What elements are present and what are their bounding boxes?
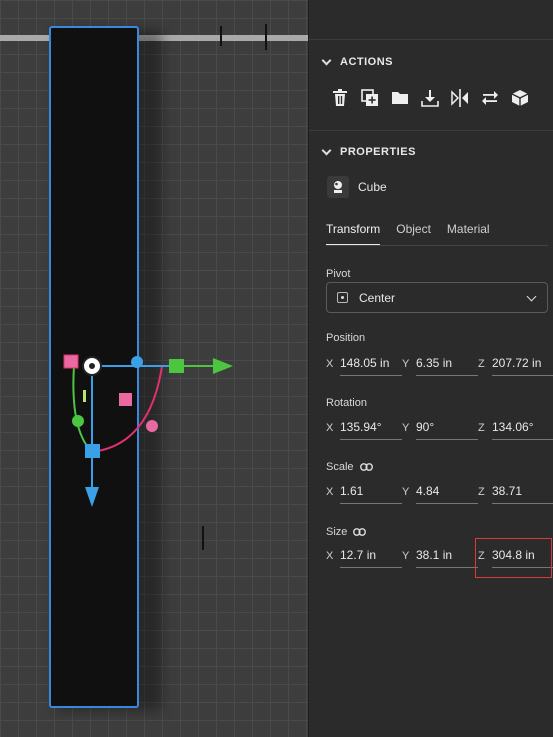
position-x-field[interactable]: X 148.05 in [326, 352, 402, 376]
object-icon [327, 176, 349, 198]
scale-x-field[interactable]: X 1.61 [326, 480, 402, 504]
scale-z-field[interactable]: Z 38.71 [478, 480, 553, 504]
rotation-y-field[interactable]: Y 90° [402, 416, 478, 440]
rotation-knob-y [131, 356, 143, 368]
plane-handle [119, 393, 132, 406]
link-icon[interactable] [359, 463, 373, 471]
object-name: Cube [358, 180, 387, 194]
rotation-arc-z [91, 365, 163, 453]
size-y-field[interactable]: Y 38.1 in [402, 544, 478, 568]
position-z-field[interactable]: Z 207.72 in [478, 352, 553, 376]
position-z-value[interactable]: 207.72 in [492, 352, 553, 376]
z-scale-handle [85, 444, 100, 458]
section-divider [309, 130, 553, 131]
z-arrow-icon [85, 487, 99, 507]
link-icon[interactable] [353, 528, 367, 536]
size-x-value[interactable]: 12.7 in [340, 544, 402, 568]
properties-title: PROPERTIES [340, 146, 416, 158]
plane-marker [83, 390, 86, 402]
pivot-value: Center [359, 290, 396, 305]
actions-toolbar [331, 88, 529, 108]
scale-y-field[interactable]: Y 4.84 [402, 480, 478, 504]
position-y-field[interactable]: Y 6.35 in [402, 352, 478, 376]
3d-viewport[interactable] [0, 0, 308, 737]
rotation-y-value[interactable]: 90° [416, 416, 478, 440]
rotation-row: X 135.94° Y 90° Z 134.06° [326, 416, 553, 440]
rotation-knob-z [146, 420, 158, 432]
panel-header-strip [309, 0, 553, 40]
pivot-label: Pivot [326, 268, 351, 280]
actions-title: ACTIONS [340, 56, 393, 68]
size-x-field[interactable]: X 12.7 in [326, 544, 402, 568]
cube-convert-icon[interactable] [511, 88, 529, 108]
rotation-z-field[interactable]: Z 134.06° [478, 416, 553, 440]
rotation-x-value[interactable]: 135.94° [340, 416, 402, 440]
rotation-knob-x [72, 415, 84, 427]
tabs-underline [326, 245, 548, 246]
chevron-down-icon [321, 145, 332, 155]
scale-row: X 1.61 Y 4.84 Z 38.71 [326, 480, 553, 504]
rotation-label: Rotation [326, 397, 367, 409]
properties-tabs: Transform Object Material [326, 222, 490, 246]
size-y-value[interactable]: 38.1 in [416, 544, 478, 568]
chevron-down-icon [526, 291, 537, 302]
x-arrow-icon [213, 358, 233, 374]
actions-section-header[interactable]: ACTIONS [321, 55, 393, 68]
mirror-icon[interactable] [451, 88, 469, 108]
transform-gizmo[interactable] [0, 0, 308, 737]
scale-z-value[interactable]: 38.71 [492, 480, 553, 504]
tab-object[interactable]: Object [396, 222, 431, 246]
pivot-select[interactable]: Center [326, 282, 548, 313]
trash-icon[interactable] [331, 88, 349, 108]
rotation-arc-y [72, 365, 93, 453]
tab-transform[interactable]: Transform [326, 222, 381, 246]
scale-x-value[interactable]: 1.61 [340, 480, 402, 504]
tab-material[interactable]: Material [447, 222, 490, 246]
position-row: X 148.05 in Y 6.35 in Z 207.72 in [326, 352, 553, 376]
pivot-center-icon [337, 292, 348, 303]
y-scale-handle [63, 354, 79, 369]
properties-section-header[interactable]: PROPERTIES [321, 145, 416, 158]
scale-label: Scale [326, 461, 373, 473]
position-label: Position [326, 332, 366, 344]
chevron-down-icon [321, 55, 332, 65]
swap-icon[interactable] [481, 88, 499, 108]
drop-to-ground-icon[interactable] [421, 88, 439, 108]
folder-icon[interactable] [391, 88, 409, 108]
rotation-z-value[interactable]: 134.06° [492, 416, 553, 440]
duplicate-icon[interactable] [361, 88, 379, 108]
rotation-x-field[interactable]: X 135.94° [326, 416, 402, 440]
scale-y-value[interactable]: 4.84 [416, 480, 478, 504]
position-x-value[interactable]: 148.05 in [340, 352, 402, 376]
x-scale-handle [169, 359, 184, 373]
highlight-box [475, 538, 552, 578]
selected-object: Cube [327, 176, 387, 198]
right-panel: ACTIONS PROPERTIES Cube Transform Object… [308, 0, 553, 737]
position-y-value[interactable]: 6.35 in [416, 352, 478, 376]
size-label: Size [326, 526, 367, 538]
